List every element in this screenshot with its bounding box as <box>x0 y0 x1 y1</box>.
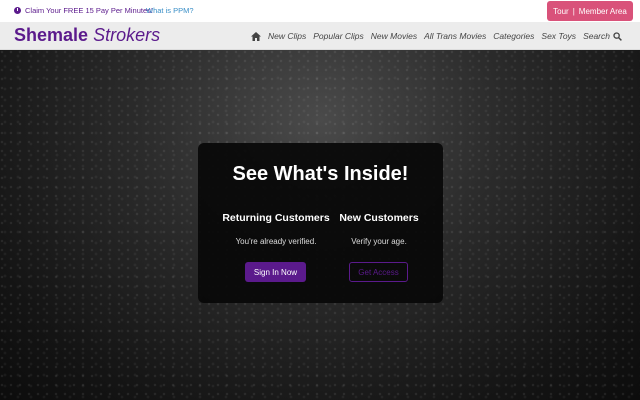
home-icon[interactable] <box>250 31 261 41</box>
promo-text: Claim Your FREE 15 Pay Per Minutes! <box>25 6 153 15</box>
separator: | <box>572 6 575 16</box>
nav-search-label: Search <box>583 31 610 41</box>
nav-categories[interactable]: Categories <box>493 31 534 41</box>
returning-text: You're already verified. <box>235 237 317 246</box>
nav-popular-clips[interactable]: Popular Clips <box>313 31 364 41</box>
nav-search[interactable]: Search <box>583 31 622 41</box>
nav-menu: New Clips Popular Clips New Movies All T… <box>250 22 622 50</box>
site-logo[interactable]: Shemale Strokers <box>14 25 160 46</box>
ppm-link[interactable]: What is PPM? <box>146 6 194 15</box>
get-access-button[interactable]: Get Access <box>349 262 408 282</box>
new-heading: New Customers <box>339 212 419 224</box>
new-customers-column: New Customers Verify your age. <box>336 212 422 246</box>
access-card: See What's Inside! Returning Customers Y… <box>198 143 443 303</box>
card-title: See What's Inside! <box>232 163 409 185</box>
nav-new-movies[interactable]: New Movies <box>371 31 417 41</box>
top-promo-bar: Claim Your FREE 15 Pay Per Minutes! What… <box>0 0 640 22</box>
clock-icon <box>14 7 21 14</box>
nav-new-clips[interactable]: New Clips <box>268 31 306 41</box>
returning-customers-column: Returning Customers You're already verif… <box>220 212 332 246</box>
main-navbar: Shemale Strokers New Clips Popular Clips… <box>0 22 640 50</box>
logo-part1: Shemale <box>14 25 89 45</box>
search-icon <box>613 31 622 41</box>
new-text: Verify your age. <box>351 237 407 246</box>
member-area-label[interactable]: Member Area <box>579 7 627 16</box>
tour-member-button[interactable]: Tour | Member Area <box>547 1 633 21</box>
nav-sex-toys[interactable]: Sex Toys <box>541 31 576 41</box>
returning-heading: Returning Customers <box>222 212 330 224</box>
tour-label[interactable]: Tour <box>553 7 569 16</box>
promo-link[interactable]: Claim Your FREE 15 Pay Per Minutes! <box>14 6 153 15</box>
logo-part2: Strokers <box>93 25 161 45</box>
sign-in-button[interactable]: Sign In Now <box>245 262 306 282</box>
nav-all-trans-movies[interactable]: All Trans Movies <box>424 31 486 41</box>
